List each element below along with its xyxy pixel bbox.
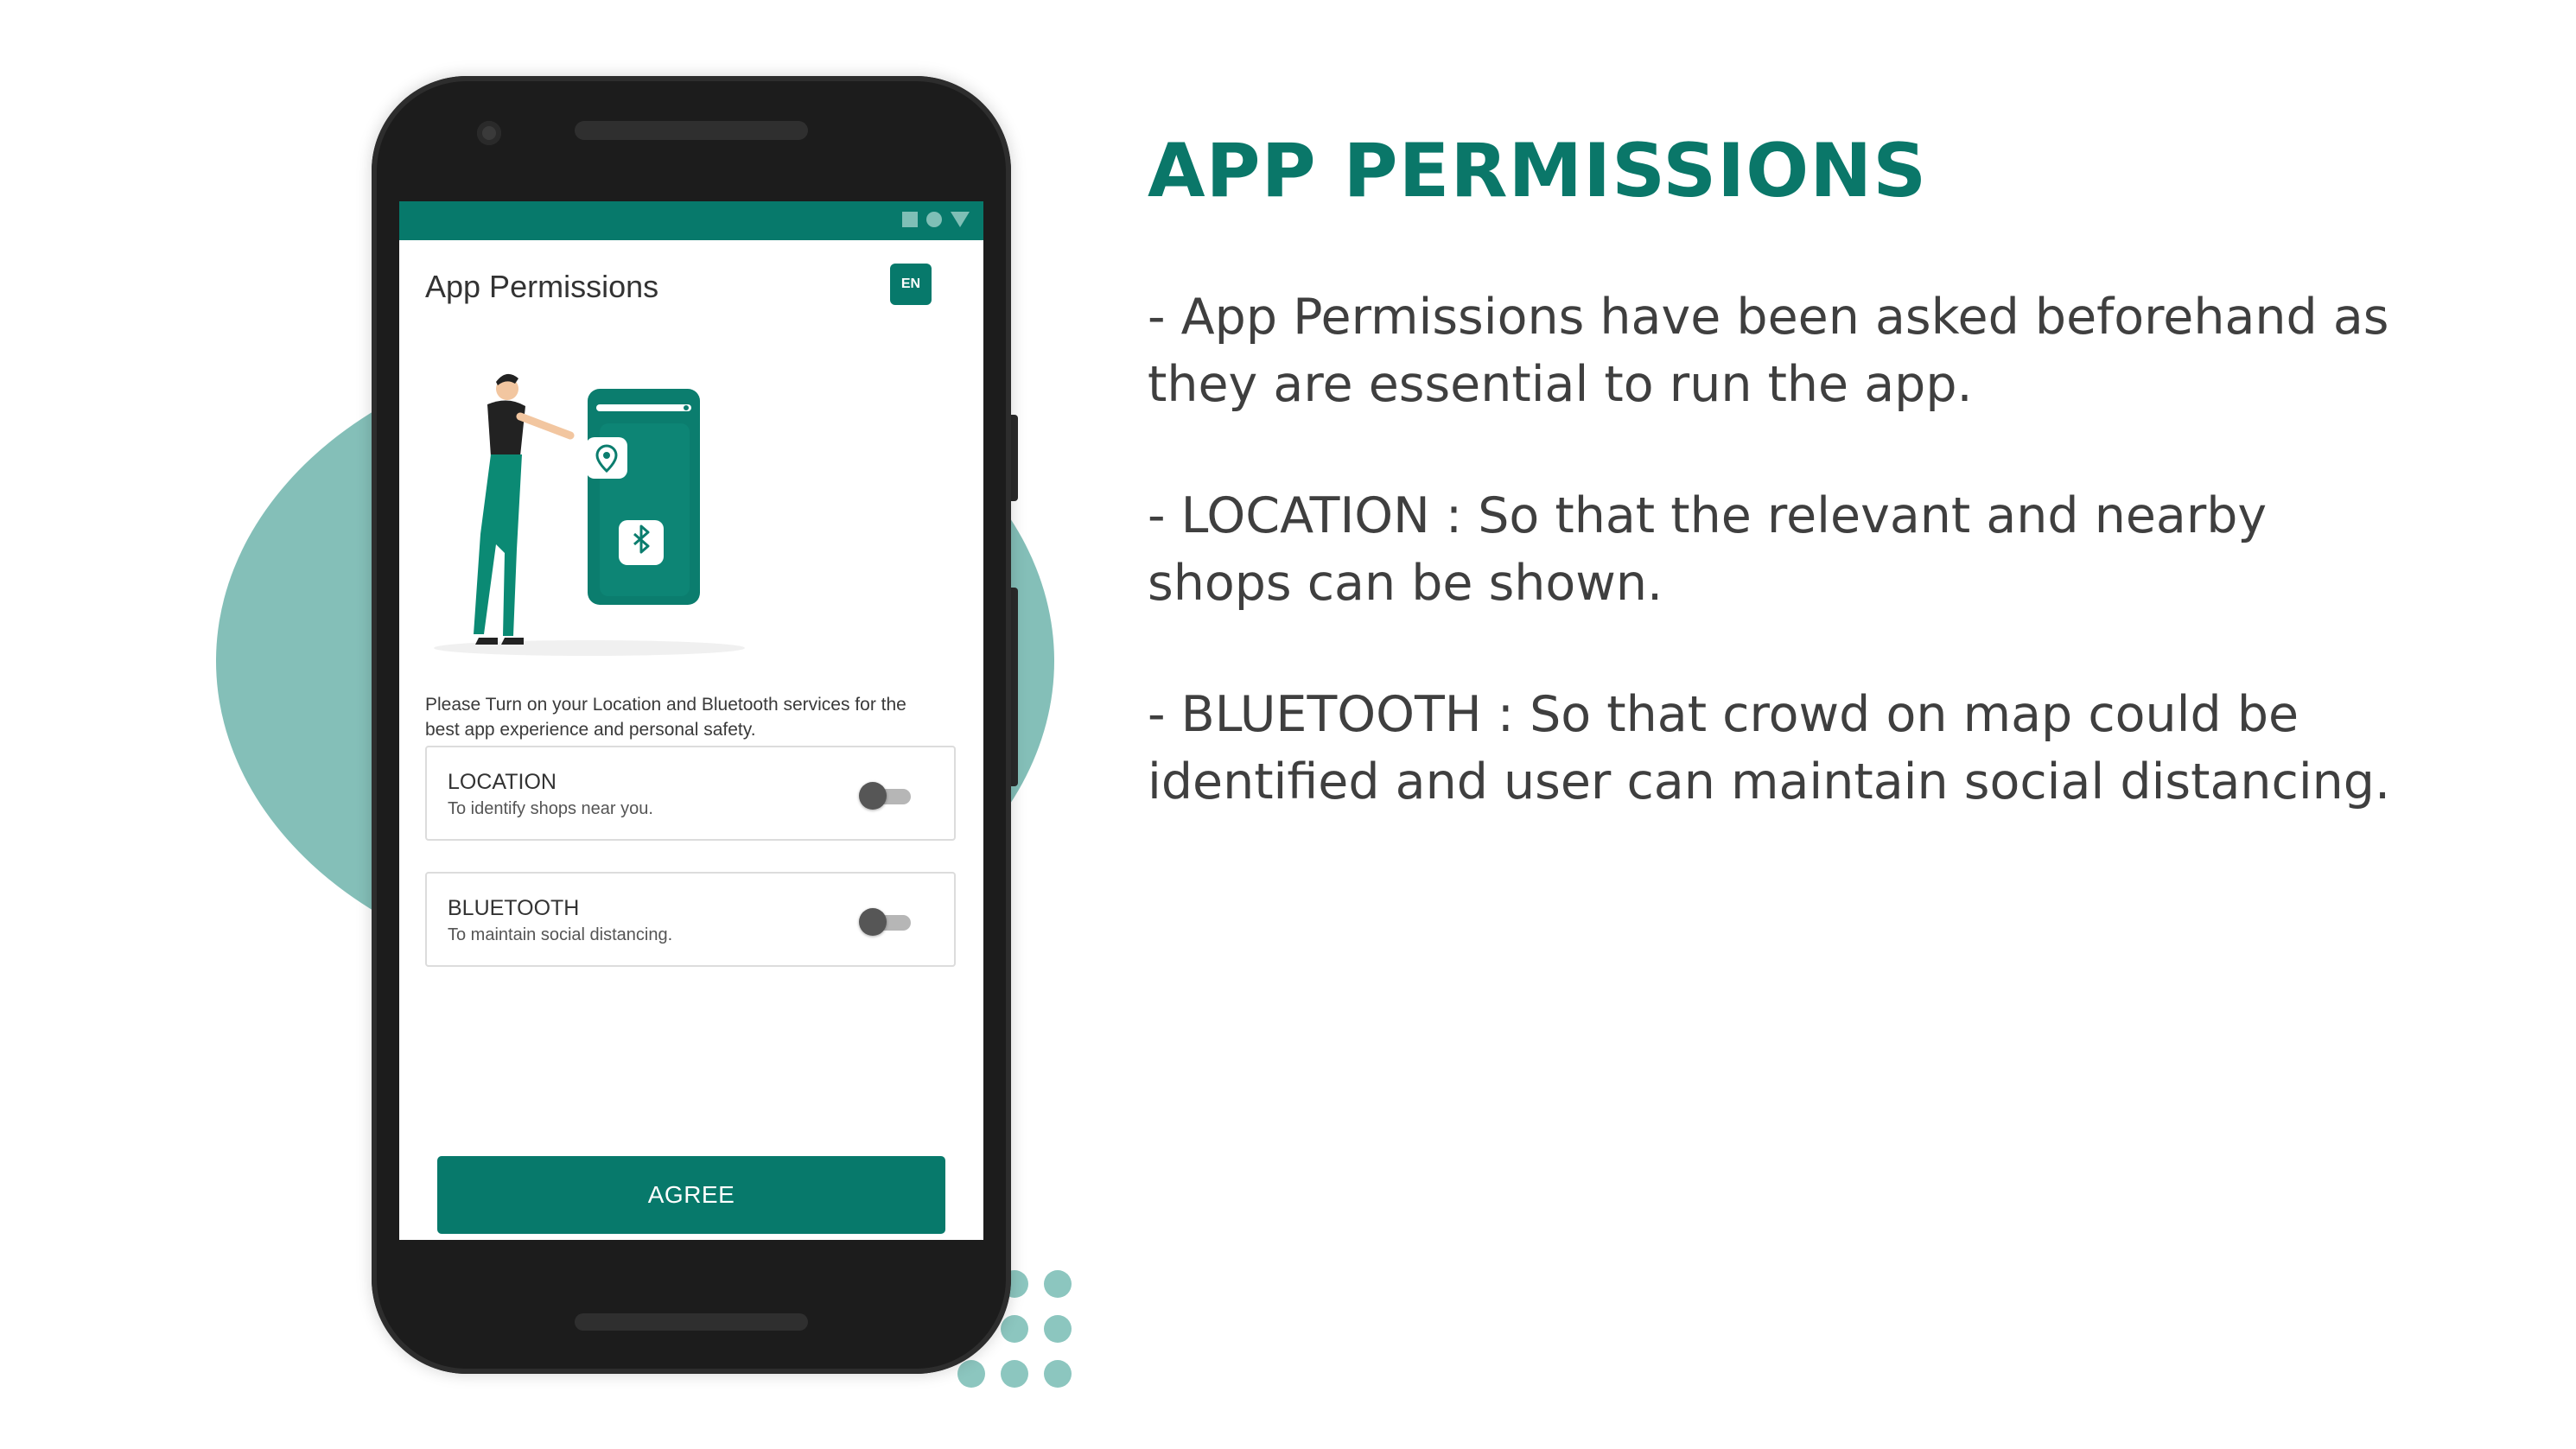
- person-figure: [474, 373, 575, 645]
- circle-icon: [926, 212, 942, 227]
- slide-heading: APP PERMISSIONS: [1148, 128, 1928, 214]
- permissions-illustration: [434, 373, 745, 656]
- phone-screen: App Permissions EN Please Turn on your L…: [399, 201, 983, 1240]
- bluetooth-permission-card: BLUETOOTH To maintain social distancing.: [425, 872, 956, 967]
- screen-title: App Permissions: [425, 269, 659, 304]
- speaker-grille: [575, 121, 808, 140]
- bluetooth-toggle[interactable]: [859, 908, 913, 936]
- dot: [1044, 1360, 1072, 1388]
- bluetooth-icon: [619, 520, 664, 565]
- location-pin-icon: [586, 437, 627, 479]
- dot: [1044, 1270, 1072, 1298]
- phone-frame: App Permissions EN Please Turn on your L…: [372, 76, 1011, 1374]
- dot: [1001, 1315, 1028, 1343]
- bottom-speaker-grille: [575, 1313, 808, 1331]
- agree-button[interactable]: AGREE: [437, 1156, 945, 1234]
- dot: [1001, 1360, 1028, 1388]
- toggle-knob: [859, 782, 887, 810]
- point-location: - LOCATION : So that the relevant and ne…: [1148, 487, 2268, 612]
- location-permission-card: LOCATION To identify shops near you.: [425, 746, 956, 841]
- dot: [1044, 1315, 1072, 1343]
- camera-icon: [477, 121, 501, 145]
- location-title: LOCATION: [448, 770, 557, 794]
- point-permissions: - App Permissions have been asked before…: [1148, 289, 2389, 413]
- toggle-knob: [859, 908, 887, 936]
- bluetooth-title: BLUETOOTH: [448, 896, 580, 920]
- bluetooth-description: To maintain social distancing.: [448, 925, 673, 944]
- dot: [957, 1360, 985, 1388]
- status-bar: [399, 201, 983, 240]
- language-button[interactable]: EN: [890, 264, 932, 305]
- triangle-icon: [951, 212, 970, 227]
- permissions-notice: Please Turn on your Location and Bluetoo…: [425, 695, 906, 740]
- point-bluetooth: - BLUETOOTH : So that crowd on map could…: [1148, 686, 2391, 810]
- square-icon: [902, 212, 918, 227]
- location-description: To identify shops near you.: [448, 799, 653, 818]
- location-toggle[interactable]: [859, 782, 913, 810]
